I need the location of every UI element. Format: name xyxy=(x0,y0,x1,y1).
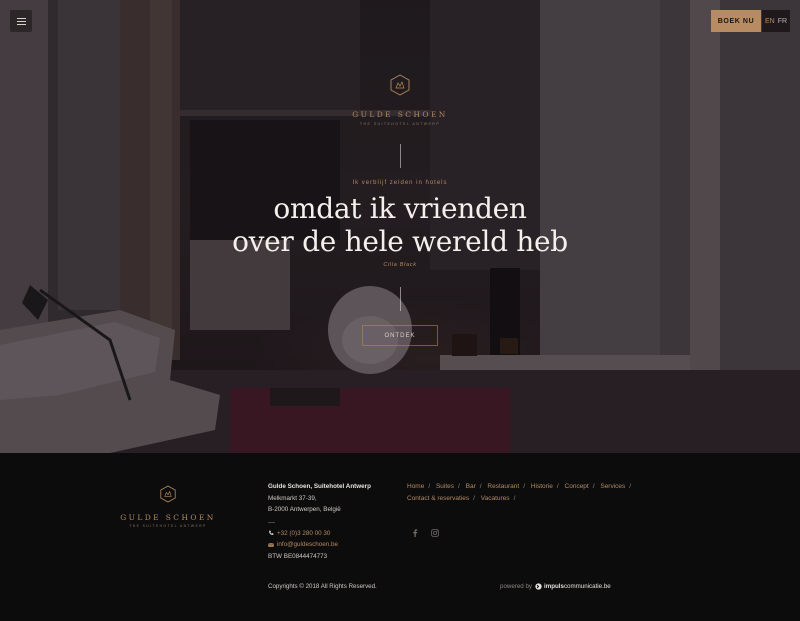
instagram-icon[interactable] xyxy=(431,529,439,537)
quote-kicker: Ik verblijf zelden in hotels xyxy=(352,180,448,186)
nav-services[interactable]: Services xyxy=(600,483,625,490)
book-now-button[interactable]: BOEK NU xyxy=(711,10,761,32)
brand-name: GULDE SCHOEN xyxy=(352,110,448,119)
logo-emblem-icon xyxy=(390,74,410,96)
language-switcher: EN FR xyxy=(762,10,790,32)
impuls-logo-icon xyxy=(535,583,542,590)
vat-number: BTW BE0844474773 xyxy=(268,552,328,560)
email-row[interactable]: info@guldeschoen.be xyxy=(268,539,398,551)
brand-tagline: THE SUITEHOTEL ANTWERP xyxy=(359,122,441,126)
divider-line-bottom xyxy=(400,287,401,311)
hero-section: BOEK NU EN FR GULDE SCHOEN THE SUITEHOTE… xyxy=(0,0,800,453)
footer-brand-tagline: THE SUITEHOTEL ANTWERP xyxy=(129,524,207,528)
nav-historie[interactable]: Historie xyxy=(531,483,553,490)
hamburger-menu-icon[interactable] xyxy=(10,10,32,32)
agency-link[interactable]: impulscommunicatie.be xyxy=(535,583,611,590)
email-link[interactable]: info@guldeschoen.be xyxy=(277,539,338,551)
hero-headline: omdat ik vrienden over de hele wereld he… xyxy=(0,192,800,258)
agency-name-rest: communicatie.be xyxy=(563,583,611,590)
site-footer: GULDE SCHOEN THE SUITEHOTEL ANTWERP Guld… xyxy=(0,453,800,621)
contact-block: Gulde Schoen, Suitehotel Antwerp Melkmar… xyxy=(268,481,398,562)
nav-vacatures[interactable]: Vacatures xyxy=(481,495,510,502)
contact-divider xyxy=(268,521,275,523)
social-links xyxy=(411,529,439,537)
nav-suites[interactable]: Suites xyxy=(436,483,454,490)
phone-number[interactable]: +32 (0)3 280 00 30 xyxy=(277,528,330,540)
powered-by-label: powered by xyxy=(500,583,532,590)
headline-line-2: over de hele wereld heb xyxy=(232,225,568,258)
address-city: B-2000 Antwerpen, België xyxy=(268,506,341,513)
nav-contact[interactable]: Contact & reservaties xyxy=(407,495,469,502)
copyright-text: Copyrights © 2018 All Rights Reserved. xyxy=(268,583,377,590)
agency-name-bold: impuls xyxy=(544,583,564,590)
phone-icon xyxy=(269,530,274,536)
divider-line-top xyxy=(400,144,401,168)
powered-by: powered by impulscommunicatie.be xyxy=(500,583,611,590)
lang-fr[interactable]: FR xyxy=(778,18,787,25)
facebook-icon[interactable] xyxy=(411,529,419,537)
footer-logo[interactable]: GULDE SCHOEN THE SUITEHOTEL ANTWERP xyxy=(118,485,218,528)
quote-author: Cilla Black xyxy=(383,262,417,268)
envelope-icon xyxy=(268,542,274,547)
nav-home[interactable]: Home xyxy=(407,483,424,490)
footer-brand-name: GULDE SCHOEN xyxy=(120,513,216,522)
nav-restaurant[interactable]: Restaurant xyxy=(487,483,519,490)
nav-bar[interactable]: Bar xyxy=(466,483,476,490)
lang-en[interactable]: EN xyxy=(765,18,775,25)
hotel-name: Gulde Schoen, Suitehotel Antwerp xyxy=(268,483,371,490)
discover-button[interactable]: ONTDEK xyxy=(362,325,438,346)
address-street: Melkmarkt 37-39, xyxy=(268,494,317,502)
footer-nav: Home / Suites / Bar / Restaurant / Historie /… xyxy=(407,483,632,502)
headline-line-1: omdat ik vrienden xyxy=(273,192,527,225)
hero-logo[interactable]: GULDE SCHOEN THE SUITEHOTEL ANTWERP xyxy=(340,74,460,126)
logo-emblem-icon xyxy=(160,485,176,503)
nav-concept[interactable]: Concept xyxy=(565,483,589,490)
phone-row[interactable]: +32 (0)3 280 00 30 xyxy=(268,528,398,540)
